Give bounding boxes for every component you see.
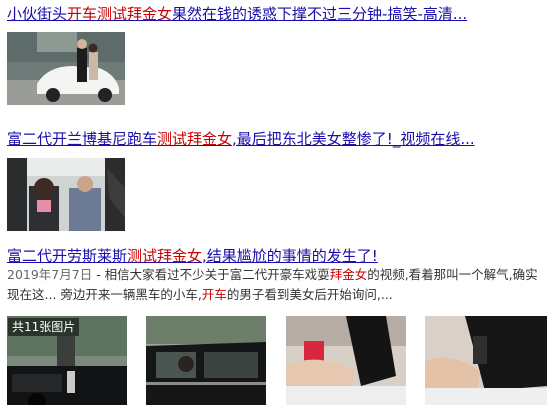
result-1-title-link[interactable]: 小伙街头开车测试拜金女果然在钱的诱惑下撑不过三分钟-搞笑-高清... (7, 5, 467, 23)
gallery-image-4[interactable] (425, 316, 547, 405)
snippet-part: - 相信大家看过不少关于富二代开豪车戏耍 (92, 267, 330, 282)
snippet-part: 的男子看到美女后开始询问,... (226, 287, 393, 302)
result-2-title-link[interactable]: 富二代开兰博基尼跑车测试拜金女,最后把东北美女整惨了!_视频在线... (7, 130, 475, 148)
gallery-image-3[interactable] (286, 316, 406, 405)
title-part: ,最后把东北美女整惨了!_视频在线... (232, 130, 475, 148)
result-3-title-link[interactable]: 富二代开劳斯莱斯测试拜金女,结果尴尬的事情的发生了! (7, 247, 378, 265)
title-part: 小伙街头 (7, 5, 68, 23)
result-1-thumbnail[interactable] (7, 32, 125, 105)
title-part: 富二代开兰博基尼跑车 (7, 130, 158, 148)
gallery-count-badge: 共11张图片 (8, 318, 80, 336)
title-part: ,结果尴尬的事情的发生了! (202, 247, 378, 265)
gallery-image-2[interactable] (146, 316, 266, 405)
title-highlight: 测试拜金女 (157, 130, 233, 148)
snippet-highlight: 拜金女 (329, 267, 368, 282)
result-2-thumbnail[interactable] (7, 158, 125, 231)
snippet-highlight: 开车 (201, 287, 227, 302)
title-highlight: 测试拜金女 (127, 247, 203, 265)
title-part: 富二代开劳斯莱斯 (7, 247, 128, 265)
result-date: 2019年7月7日 (7, 267, 93, 282)
title-highlight: 测试拜金女 (97, 5, 173, 23)
title-highlight: 开车 (67, 5, 98, 23)
result-3-snippet: 2019年7月7日 - 相信大家看过不少关于富二代开豪车戏耍拜金女的视频,看着那… (7, 265, 547, 305)
title-part: 果然在钱的诱惑下撑不过三分钟-搞笑-高清... (172, 5, 468, 23)
